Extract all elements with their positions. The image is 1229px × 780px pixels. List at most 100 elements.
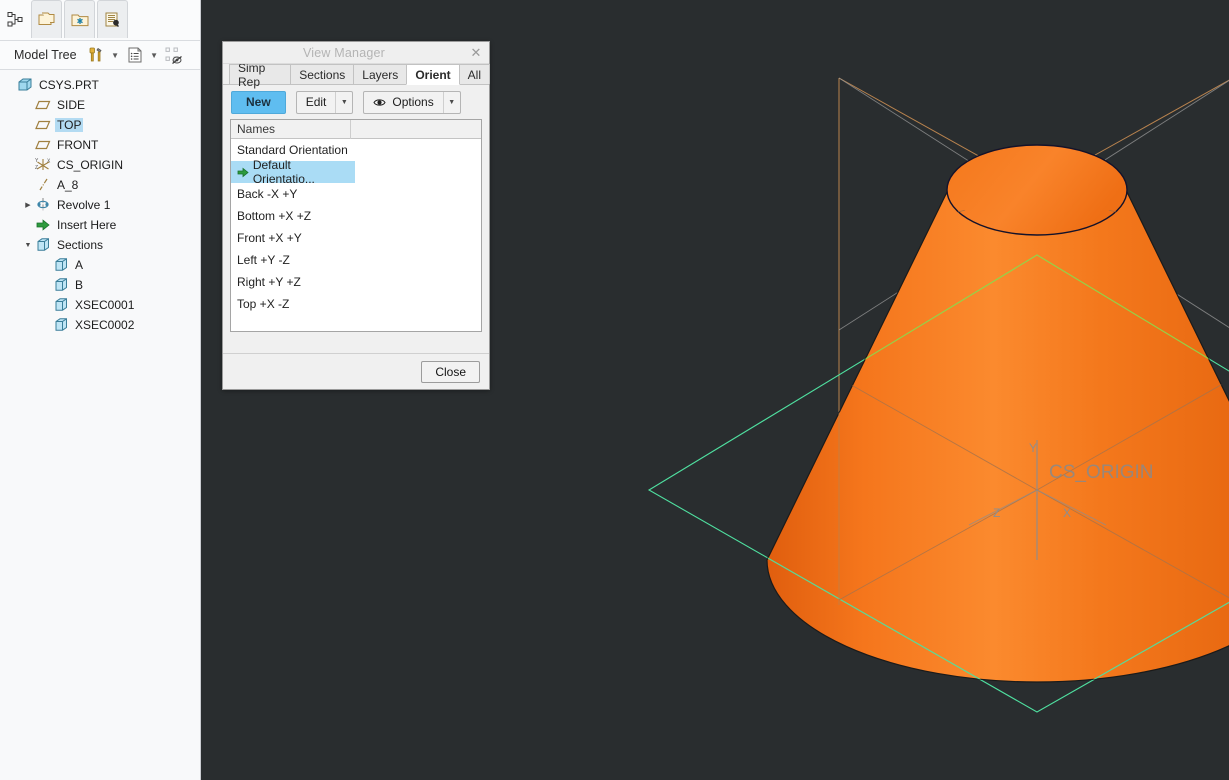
list-item-label: Front +X +Y: [237, 231, 302, 245]
column-header-names: Names: [231, 120, 351, 139]
tab-all[interactable]: All: [459, 64, 490, 84]
tools-dropdown-arrow-icon[interactable]: ▼: [109, 45, 122, 65]
tree-item-label: XSEC0002: [73, 318, 136, 332]
options-button-label[interactable]: Options: [392, 95, 433, 109]
tree-item-insert-here[interactable]: Insert Here: [0, 215, 200, 235]
tree-spacer: [22, 175, 34, 195]
tree-item-a-8[interactable]: A_8: [0, 175, 200, 195]
document-search-icon[interactable]: [97, 0, 128, 38]
list-item-label: Bottom +X +Z: [237, 209, 311, 223]
copy-layers-icon[interactable]: [31, 0, 62, 38]
part-icon: [16, 76, 34, 94]
close-icon[interactable]: ✕: [465, 43, 487, 63]
tab-simp-rep[interactable]: Simp Rep: [229, 64, 291, 84]
tree-item-side[interactable]: SIDE: [0, 95, 200, 115]
svg-text:X: X: [47, 159, 51, 165]
list-item[interactable]: Right +Y +Z: [231, 271, 481, 293]
csys-label: CS_ORIGIN: [1049, 462, 1154, 483]
datum-plane-icon: [34, 116, 52, 134]
list-item[interactable]: Back -X +Y: [231, 183, 481, 205]
list-view-icon[interactable]: [124, 44, 146, 66]
list-item[interactable]: Front +X +Y: [231, 227, 481, 249]
list-item[interactable]: Top +X -Z: [231, 293, 481, 315]
options-split-button[interactable]: Options ▼: [363, 91, 460, 114]
list-item-label: Right +Y +Z: [237, 275, 301, 289]
settings-tools-icon[interactable]: [85, 44, 107, 66]
list-item[interactable]: Default Orientatio...: [231, 161, 355, 183]
tree-spacer: [22, 155, 34, 175]
coord-system-icon: YZX: [34, 156, 52, 174]
new-button[interactable]: New: [231, 91, 286, 114]
axis-label-x: X: [1063, 506, 1071, 520]
section-icon: [52, 256, 70, 274]
list-body: Standard OrientationDefault Orientatio..…: [231, 139, 481, 315]
tree-item-label: TOP: [55, 118, 83, 132]
tree-item-front[interactable]: FRONT: [0, 135, 200, 155]
tree-item-csys-prt[interactable]: CSYS.PRT: [0, 75, 200, 95]
tree-item-xsec0001[interactable]: XSEC0001: [0, 295, 200, 315]
dialog-tabs: Simp RepSectionsLayersOrientAll: [223, 64, 489, 85]
list-item-label: Default Orientatio...: [253, 158, 355, 186]
list-column-header: Names: [231, 120, 481, 139]
tree-spacer: [40, 295, 52, 315]
tab-orient[interactable]: Orient: [406, 64, 459, 85]
edit-button-label[interactable]: Edit: [297, 95, 336, 109]
navigator-toolbar: [0, 0, 200, 41]
tree-item-label: Insert Here: [55, 218, 118, 232]
left-panel: Model Tree ▼ ▼: [0, 0, 201, 780]
page-title: Model Tree: [14, 48, 77, 62]
list-item-label: Top +X -Z: [237, 297, 289, 311]
tree-spacer: [4, 75, 16, 95]
list-item-label: Left +Y -Z: [237, 253, 290, 267]
axis-icon: [34, 176, 52, 194]
tree-spacer: [40, 255, 52, 275]
tree-item-b[interactable]: B: [0, 275, 200, 295]
dialog-action-buttons: New Edit ▼ Options ▼: [223, 85, 489, 119]
tree-item-label: B: [73, 278, 85, 292]
axis-label-z: Z: [993, 506, 1000, 520]
tree-item-label: SIDE: [55, 98, 87, 112]
tree-item-cs-origin[interactable]: YZXCS_ORIGIN: [0, 155, 200, 175]
axis-label-y: Y: [1029, 441, 1037, 455]
cone-top-face: [947, 145, 1127, 235]
tree-item-top[interactable]: TOP: [0, 115, 200, 135]
folder-star-icon[interactable]: [64, 0, 95, 38]
tree-item-label: XSEC0001: [73, 298, 136, 312]
tree-spacer: [40, 275, 52, 295]
section-icon: [52, 316, 70, 334]
tree-spacer: [22, 115, 34, 135]
svg-text:Z: Z: [35, 165, 38, 171]
tree-item-label: A_8: [55, 178, 80, 192]
list-item[interactable]: Left +Y -Z: [231, 249, 481, 271]
datum-plane-icon: [34, 136, 52, 154]
close-button[interactable]: Close: [421, 361, 480, 383]
tree-spacer: [22, 95, 34, 115]
options-dropdown-arrow-icon[interactable]: ▼: [443, 92, 460, 113]
view-manager-dialog[interactable]: View Manager ✕ Simp RepSectionsLayersOri…: [222, 41, 490, 390]
column-header-blank: [351, 120, 481, 139]
tab-sections[interactable]: Sections: [290, 64, 354, 84]
insert-arrow-icon: [34, 216, 52, 234]
expand-arrow-icon[interactable]: ▶: [22, 195, 34, 215]
list-item[interactable]: Bottom +X +Z: [231, 205, 481, 227]
model-tree-nodes-icon[interactable]: [1, 0, 29, 38]
tree-item-label: Revolve 1: [55, 198, 112, 212]
edit-split-button[interactable]: Edit ▼: [296, 91, 354, 114]
model-tree-header: Model Tree ▼ ▼: [0, 41, 200, 70]
tree-item-xsec0002[interactable]: XSEC0002: [0, 315, 200, 335]
tab-layers[interactable]: Layers: [353, 64, 407, 84]
tree-item-revolve-1[interactable]: ▶ Revolve 1: [0, 195, 200, 215]
tree-spacer: [22, 215, 34, 235]
tree-item-sections[interactable]: ▼Sections: [0, 235, 200, 255]
tree-item-a[interactable]: A: [0, 255, 200, 275]
list-item-label: Standard Orientation: [237, 143, 348, 157]
edit-dropdown-arrow-icon[interactable]: ▼: [335, 92, 352, 113]
dialog-title-bar[interactable]: View Manager ✕: [223, 42, 489, 64]
list-dropdown-arrow-icon[interactable]: ▼: [148, 45, 161, 65]
tree-item-label: FRONT: [55, 138, 100, 152]
active-orientation-arrow-icon: [237, 166, 250, 178]
orientations-list[interactable]: Names Standard OrientationDefault Orient…: [230, 119, 482, 332]
dialog-title: View Manager: [223, 46, 465, 60]
display-filter-icon[interactable]: [163, 44, 185, 66]
collapse-arrow-icon[interactable]: ▼: [22, 235, 34, 255]
